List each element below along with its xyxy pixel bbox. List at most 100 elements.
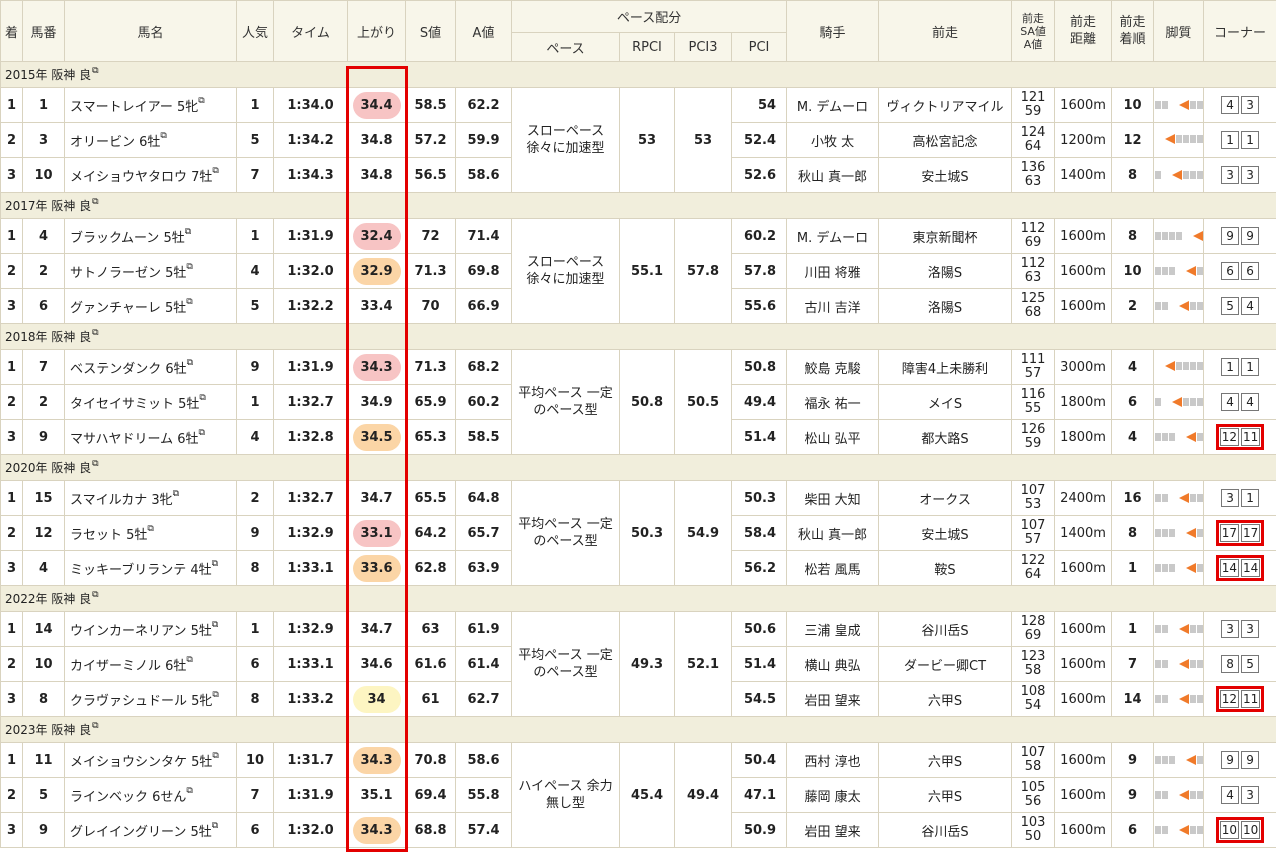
horse-name-cell[interactable]: ラセット 5牡⧉ <box>64 515 237 551</box>
horse-name-link[interactable]: マサハヤドリーム 6牡 <box>70 432 199 447</box>
prev-race-cell[interactable]: 洛陽S <box>878 253 1013 289</box>
jockey-cell[interactable]: 岩田 望来 <box>786 681 880 717</box>
external-link-icon[interactable]: ⧉ <box>212 821 218 831</box>
horse-name-cell[interactable]: クラヴァシュドール 5牝⧉ <box>64 681 237 717</box>
prev-race-cell[interactable]: 鞍S <box>878 550 1013 586</box>
jockey-cell[interactable]: 西村 淳也 <box>786 742 880 778</box>
prev-race-cell[interactable]: 谷川岳S <box>878 812 1013 848</box>
horse-name-cell[interactable]: カイザーミノル 6牡⧉ <box>64 646 237 682</box>
external-link-icon[interactable]: ⧉ <box>186 786 192 796</box>
external-link-icon[interactable]: ⧉ <box>212 166 218 176</box>
col-last3f[interactable]: 上がり <box>347 0 406 62</box>
horse-name-cell[interactable]: ラインベック 6せん⧉ <box>64 777 237 813</box>
prev-race-cell[interactable]: 六甲S <box>878 681 1013 717</box>
horse-name-link[interactable]: タイセイサミット 5牡 <box>70 397 199 412</box>
prev-race-cell[interactable]: ダービー卿CT <box>878 646 1013 682</box>
external-link-icon[interactable]: ⧉ <box>92 66 98 76</box>
horse-name-link[interactable]: オリービン 6牡 <box>70 135 160 150</box>
jockey-cell[interactable]: 秋山 真一郎 <box>786 515 880 551</box>
jockey-cell[interactable]: 福永 祐一 <box>786 384 880 420</box>
horse-name-cell[interactable]: ウインカーネリアン 5牡⧉ <box>64 611 237 647</box>
jockey-cell[interactable]: 古川 吉洋 <box>786 288 880 324</box>
external-link-icon[interactable]: ⧉ <box>173 489 179 499</box>
prev-race-cell[interactable]: メイS <box>878 384 1013 420</box>
horse-name-cell[interactable]: ブラックムーン 5牡⧉ <box>64 218 237 254</box>
external-link-icon[interactable]: ⧉ <box>212 751 218 761</box>
jockey-cell[interactable]: 松若 風馬 <box>786 550 880 586</box>
horse-name-link[interactable]: グァンチャーレ 5牡 <box>70 301 186 316</box>
col-pci[interactable]: PCI <box>730 32 788 62</box>
horse-name-cell[interactable]: グレイイングリーン 5牡⧉ <box>64 812 237 848</box>
external-link-icon[interactable]: ⧉ <box>199 428 205 438</box>
external-link-icon[interactable]: ⧉ <box>212 559 218 569</box>
external-link-icon[interactable]: ⧉ <box>199 393 205 403</box>
col-legs[interactable]: 脚質 <box>1153 0 1205 62</box>
horse-name-cell[interactable]: タイセイサミット 5牡⧉ <box>64 384 237 420</box>
jockey-cell[interactable]: 川田 将雅 <box>786 253 880 289</box>
col-prev-rank[interactable]: 前走 着順 <box>1111 0 1155 62</box>
horse-name-link[interactable]: ベステンダンク 6牡 <box>70 362 187 377</box>
col-horse-no[interactable]: 馬番 <box>22 0 65 62</box>
col-horse-name[interactable]: 馬名 <box>64 0 237 62</box>
col-a-value[interactable]: A値 <box>455 0 512 62</box>
external-link-icon[interactable]: ⧉ <box>92 721 98 731</box>
prev-race-cell[interactable]: 安土城S <box>878 515 1013 551</box>
external-link-icon[interactable]: ⧉ <box>212 620 218 630</box>
horse-name-link[interactable]: ラインベック 6せん <box>70 790 186 805</box>
col-pace[interactable]: ペース <box>511 32 620 62</box>
col-rank[interactable]: 着 <box>0 0 23 62</box>
horse-name-link[interactable]: メイショウヤタロウ 7牡 <box>70 170 212 185</box>
jockey-cell[interactable]: 鮫島 克駿 <box>786 349 880 385</box>
jockey-cell[interactable]: M. デムーロ <box>786 87 880 123</box>
jockey-cell[interactable]: 柴田 大知 <box>786 480 880 516</box>
col-popularity[interactable]: 人気 <box>236 0 274 62</box>
col-s-value[interactable]: S値 <box>405 0 456 62</box>
horse-name-link[interactable]: クラヴァシュドール 5牝 <box>70 694 212 709</box>
prev-race-cell[interactable]: 六甲S <box>878 742 1013 778</box>
horse-name-link[interactable]: グレイイングリーン 5牡 <box>70 825 212 840</box>
external-link-icon[interactable]: ⧉ <box>92 197 98 207</box>
jockey-cell[interactable]: M. デムーロ <box>786 218 880 254</box>
horse-name-cell[interactable]: サトノラーゼン 5牡⧉ <box>64 253 237 289</box>
prev-race-cell[interactable]: オークス <box>878 480 1013 516</box>
horse-name-link[interactable]: サトノラーゼン 5牡 <box>70 266 186 281</box>
horse-name-link[interactable]: ブラックムーン 5牡 <box>70 231 185 246</box>
horse-name-cell[interactable]: ベステンダンク 6牡⧉ <box>64 349 237 385</box>
external-link-icon[interactable]: ⧉ <box>186 655 192 665</box>
horse-name-cell[interactable]: メイショウシンタケ 5牡⧉ <box>64 742 237 778</box>
external-link-icon[interactable]: ⧉ <box>186 262 192 272</box>
prev-race-cell[interactable]: 都大路S <box>878 419 1013 455</box>
col-jockey[interactable]: 騎手 <box>786 0 880 62</box>
jockey-cell[interactable]: 横山 典弘 <box>786 646 880 682</box>
external-link-icon[interactable]: ⧉ <box>198 96 204 106</box>
jockey-cell[interactable]: 岩田 望来 <box>786 812 880 848</box>
external-link-icon[interactable]: ⧉ <box>147 524 153 534</box>
external-link-icon[interactable]: ⧉ <box>212 690 218 700</box>
horse-name-cell[interactable]: グァンチャーレ 5牡⧉ <box>64 288 237 324</box>
external-link-icon[interactable]: ⧉ <box>186 297 192 307</box>
prev-race-cell[interactable]: 障害4上未勝利 <box>878 349 1013 385</box>
prev-race-cell[interactable]: ヴィクトリアマイル <box>878 87 1013 123</box>
col-rpci[interactable]: RPCI <box>619 32 675 62</box>
horse-name-link[interactable]: ラセット 5牡 <box>70 528 147 543</box>
prev-race-cell[interactable]: 安土城S <box>878 157 1013 193</box>
horse-name-cell[interactable]: マサハヤドリーム 6牡⧉ <box>64 419 237 455</box>
prev-race-cell[interactable]: 六甲S <box>878 777 1013 813</box>
external-link-icon[interactable]: ⧉ <box>160 131 166 141</box>
prev-race-cell[interactable]: 谷川岳S <box>878 611 1013 647</box>
col-prev-race[interactable]: 前走 <box>878 0 1013 62</box>
horse-name-link[interactable]: カイザーミノル 6牡 <box>70 659 186 674</box>
prev-race-cell[interactable]: 洛陽S <box>878 288 1013 324</box>
col-prev-dist[interactable]: 前走 距離 <box>1054 0 1113 62</box>
jockey-cell[interactable]: 三浦 皇成 <box>786 611 880 647</box>
horse-name-link[interactable]: ウインカーネリアン 5牡 <box>70 624 212 639</box>
horse-name-link[interactable]: メイショウシンタケ 5牡 <box>70 755 212 770</box>
external-link-icon[interactable]: ⧉ <box>185 227 191 237</box>
col-prev-sa[interactable]: 前走 SA値 A値 <box>1011 0 1056 62</box>
horse-name-cell[interactable]: オリービン 6牡⧉ <box>64 122 237 158</box>
col-time[interactable]: タイム <box>273 0 348 62</box>
external-link-icon[interactable]: ⧉ <box>92 459 98 469</box>
horse-name-cell[interactable]: ミッキーブリランテ 4牡⧉ <box>64 550 237 586</box>
horse-name-link[interactable]: スマートレイアー 5牝 <box>70 100 198 115</box>
horse-name-link[interactable]: ミッキーブリランテ 4牡 <box>70 563 212 578</box>
